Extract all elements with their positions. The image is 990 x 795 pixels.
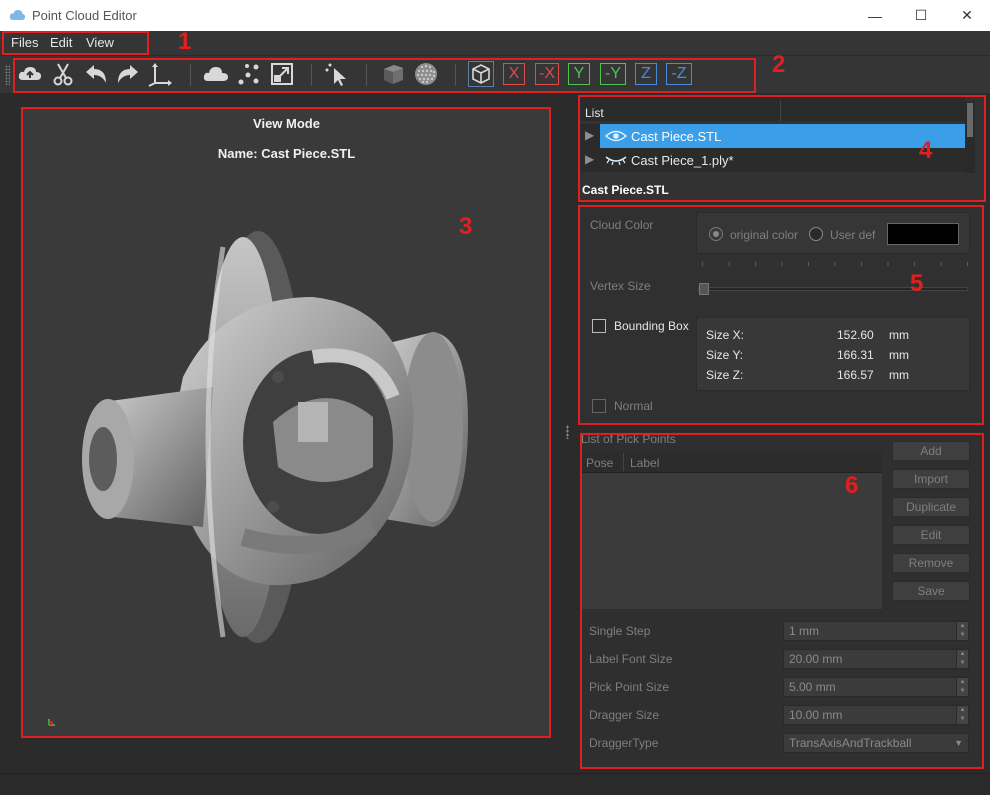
- annotation-box-2: [13, 58, 756, 93]
- annotation-box-3: [21, 107, 551, 738]
- annotation-box-5: [578, 205, 984, 425]
- window-title: Point Cloud Editor: [32, 8, 137, 23]
- cloud-app-icon: [9, 9, 26, 20]
- maximize-button[interactable]: ☐: [898, 0, 944, 31]
- close-button[interactable]: ✕: [944, 0, 990, 31]
- minimize-button[interactable]: —: [852, 0, 898, 31]
- left-dock-edge: [0, 93, 20, 773]
- point-cloud-editor-window: Point Cloud Editor — ☐ ✕ Files Edit View: [0, 0, 990, 795]
- annotation-number-4: 4: [919, 137, 933, 164]
- annotation-number-1: 1: [178, 28, 192, 55]
- splitter-handle[interactable]: [566, 425, 569, 439]
- annotation-number-6: 6: [845, 472, 859, 499]
- annotation-box-6: [580, 433, 984, 769]
- toolbar-grip[interactable]: [5, 65, 10, 85]
- annotation-number-3: 3: [459, 213, 473, 240]
- title-bar: Point Cloud Editor — ☐ ✕: [0, 0, 990, 31]
- annotation-number-5: 5: [910, 270, 924, 297]
- annotation-box-1: [2, 31, 149, 55]
- status-bar: [0, 773, 990, 795]
- annotation-number-2: 2: [772, 51, 786, 78]
